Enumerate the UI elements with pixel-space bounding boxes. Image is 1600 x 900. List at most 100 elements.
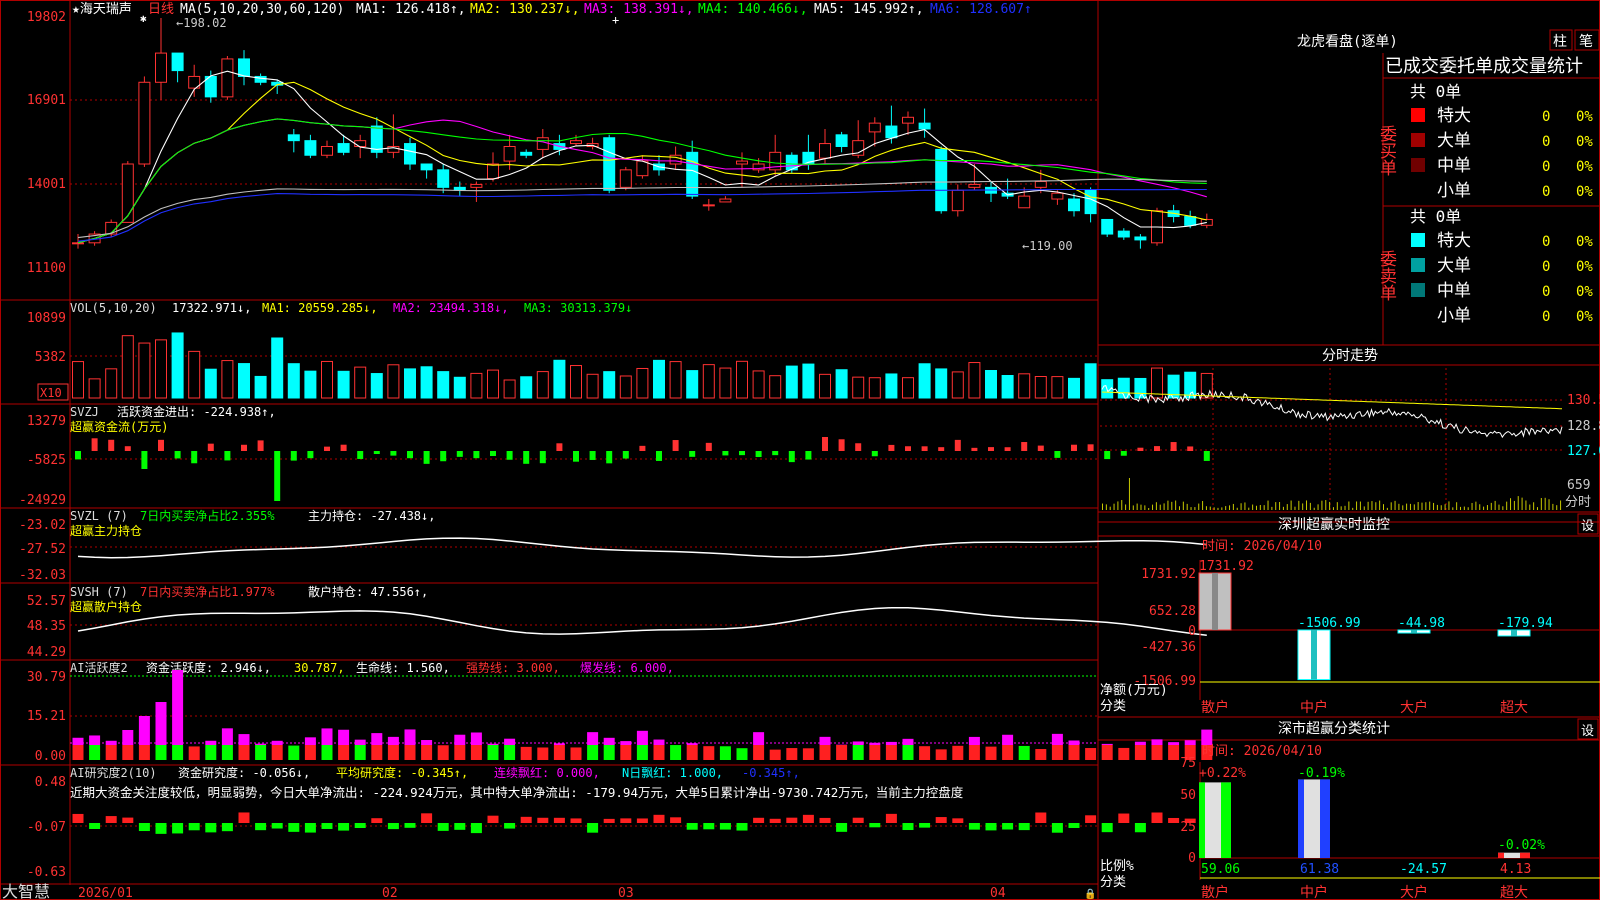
buy-row-value: 0 (1542, 184, 1550, 200)
intraday-vol-bar (1171, 501, 1173, 510)
svsh-label: SVSH (7) (70, 585, 128, 599)
volume-bar (304, 370, 317, 399)
retail-line (77, 606, 1207, 637)
fund-flow-bar (423, 451, 430, 464)
svsh-tick: 52.57 (27, 594, 66, 609)
volume-bar (1068, 377, 1080, 399)
intraday-vol-bar (1190, 507, 1192, 510)
fund-flow-bar (705, 442, 712, 451)
research-bar (72, 813, 84, 823)
research-bar (753, 817, 765, 823)
lhb-tabs[interactable]: 已成交委托单成交量统计 (1385, 56, 1583, 77)
activity-bar-base (1134, 745, 1146, 760)
buy-row-value: 0 (1542, 159, 1550, 175)
candle-body (304, 140, 317, 156)
research-bar (387, 823, 399, 830)
candlestick-series[interactable] (72, 18, 1213, 249)
vol-ma1: MA1: 20559.285↓, (262, 301, 378, 315)
price-tick: 11100 (27, 261, 66, 276)
intraday-vol-bar (1344, 505, 1346, 510)
volume-bar (536, 371, 549, 399)
volume-bar (188, 350, 201, 399)
monitor-time: 时间: 2026/04/10 (1202, 539, 1322, 554)
vol-unit: X10 (40, 386, 62, 400)
activity-bar-base (902, 745, 914, 760)
volume-bar (238, 363, 250, 399)
fund-flow-bar (539, 451, 546, 464)
classify-top-label: +0.22% (1199, 766, 1246, 781)
research-bar (1068, 823, 1080, 828)
activity-bar-base (1118, 747, 1130, 760)
intraday-vol-bar (1483, 506, 1485, 510)
buy-row-pct: 0% (1576, 109, 1593, 125)
volume-bar (769, 375, 782, 399)
intraday-vol-bar (1560, 500, 1562, 510)
candle-body (619, 169, 632, 188)
volume-bar (354, 366, 367, 399)
sell-row-pct: 0% (1576, 234, 1593, 250)
activity-bar-base (371, 745, 383, 760)
classify-time: 时间: 2026/04/10 (1202, 744, 1322, 759)
bar-mode-button[interactable]: 柱 (1553, 34, 1567, 50)
monitor-settings-button[interactable]: 设 (1581, 519, 1594, 534)
candle-body (354, 140, 367, 147)
activity-bar-top (221, 728, 233, 745)
ma2-value: MA2: 130.237↓, (470, 2, 580, 17)
activity-bar-base (238, 745, 250, 760)
research-bar (620, 818, 632, 823)
intraday-vol-bar (1371, 501, 1373, 510)
intraday-vol-bar (1433, 502, 1435, 510)
activity-bar-top (852, 741, 864, 745)
research-bar (138, 823, 150, 832)
buy-total: 共 0单 (1410, 82, 1461, 101)
activity-bar-top (387, 736, 399, 745)
activity-bar-base (1002, 745, 1014, 760)
classify-settings-button[interactable]: 设 (1581, 724, 1594, 739)
volume-bar (1018, 373, 1031, 399)
research-bar (155, 823, 167, 834)
activity-bar-top (255, 743, 267, 745)
buy-side-label: 委买单 (1376, 125, 1397, 176)
intraday-vol-bar (1159, 504, 1161, 510)
sell-row-pct: 0% (1576, 259, 1593, 275)
stock-name[interactable]: ★海天瑞声 (72, 2, 132, 17)
fund-flow-bar (158, 439, 164, 451)
activity-bar-base (1101, 745, 1113, 760)
intraday-vol-bar (1217, 507, 1219, 510)
svzj-label: SVZJ (70, 405, 99, 419)
research-bar (1168, 817, 1180, 823)
intraday-title[interactable]: 分时走势 (1322, 348, 1378, 364)
volume-bars (72, 332, 1213, 399)
ma-line (77, 188, 1207, 242)
monitor-axis: 1731.92 652.28 0 -427.36 -1506.99 (1133, 567, 1196, 689)
fund-flow-bar (456, 451, 463, 457)
intraday-vol-bar (1155, 502, 1157, 510)
research-bar (919, 823, 931, 828)
research-bar (221, 823, 233, 832)
classify-ylabel: 比例% (1100, 859, 1134, 874)
candle-body (503, 145, 516, 162)
buy-row-name: 大单 (1437, 131, 1471, 151)
svzl-label: SVZL (7) (70, 509, 128, 523)
activity-bar-base (172, 745, 184, 760)
activity-bar-base (836, 745, 848, 760)
activity-bar-base (852, 745, 864, 760)
volume-bar (321, 360, 333, 399)
research-bar (205, 823, 217, 833)
activity-bar-base (869, 745, 881, 760)
lock-icon[interactable]: 🔒 (1084, 888, 1096, 900)
activity-bar-base (504, 745, 516, 760)
intraday-vol-bar (1267, 500, 1269, 510)
activity-bar-base (703, 746, 715, 760)
intraday-vol-bar (1336, 502, 1338, 510)
period-label[interactable]: 日线 (148, 2, 174, 17)
main-force-line (77, 537, 1207, 559)
classify-bottom-label: 4.13 (1500, 862, 1531, 877)
volume-bar (918, 363, 931, 399)
activity-bar-top (1184, 740, 1196, 745)
intraday-vol-bar (1271, 506, 1273, 510)
intraday-tick: 127.0 (1567, 444, 1600, 459)
tick-mode-button[interactable]: 笔 (1579, 34, 1593, 50)
activity-bar-base (1085, 748, 1097, 760)
intraday-vol-bar (1152, 504, 1154, 510)
